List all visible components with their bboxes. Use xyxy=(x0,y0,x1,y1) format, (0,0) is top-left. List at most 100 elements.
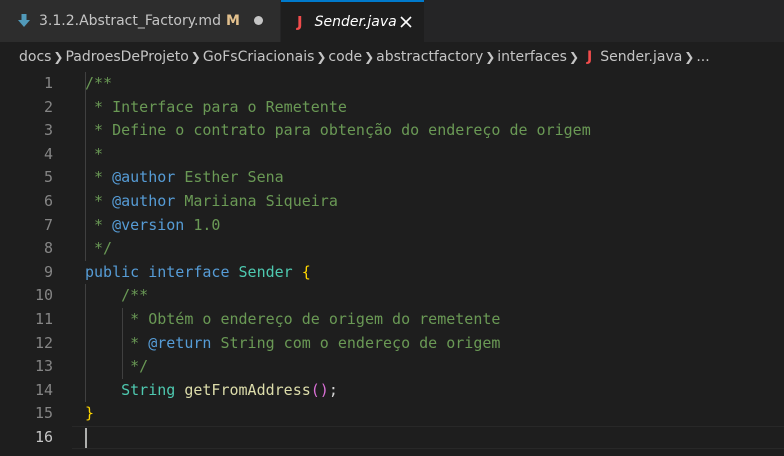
breadcrumb-item-gofscriacionais[interactable]: GoFsCriacionais xyxy=(203,49,315,65)
modified-badge: M xyxy=(225,13,240,29)
code-line[interactable]: 2 * Interface para o Remetente xyxy=(0,96,784,120)
chevron-right-icon: ❯ xyxy=(485,50,496,64)
code-line[interactable]: 15} xyxy=(0,402,784,426)
java-icon: J xyxy=(586,49,593,65)
line-number: 5 xyxy=(43,168,53,187)
code-text: } xyxy=(85,402,94,426)
code-text: * Define o contrato para obtenção do end… xyxy=(85,119,591,143)
code-text: * @return String com o endereço de orige… xyxy=(85,332,500,356)
indent-guide xyxy=(122,308,123,379)
code-token: * Obtém o endereço de origem do remetent… xyxy=(85,310,501,328)
code-token: /** xyxy=(85,286,149,305)
markdown-download-icon xyxy=(18,14,30,27)
code-token: @author xyxy=(112,168,176,187)
code-line[interactable]: 5 * @author Esther Sena xyxy=(0,166,784,190)
code-line[interactable]: 16 xyxy=(0,426,784,450)
tab-abstract-factory-md[interactable]: 3.1.2.Abstract_Factory.md M xyxy=(0,0,281,42)
line-number: 16 xyxy=(34,428,53,446)
code-line[interactable]: 9 public interface Sender { xyxy=(0,261,784,285)
chevron-right-icon: ❯ xyxy=(53,50,64,64)
code-line[interactable]: 13 */ xyxy=(0,355,784,379)
breadcrumb-item-sender-java[interactable]: Sender.java xyxy=(600,49,682,65)
code-text: * xyxy=(85,143,103,167)
code-line[interactable]: 4 * xyxy=(0,143,784,167)
code-token: */ xyxy=(85,239,113,258)
code-text: public interface Sender { xyxy=(85,261,311,285)
code-token: * xyxy=(85,168,113,187)
chevron-right-icon: ❯ xyxy=(190,50,201,64)
code-text: /** xyxy=(85,72,112,96)
tab-sender-java[interactable]: J Sender.java xyxy=(281,0,424,42)
chevron-right-icon: ❯ xyxy=(568,50,579,64)
code-token: } xyxy=(85,404,95,423)
code-text: String getFromAddress(); xyxy=(85,379,338,403)
code-token: * Define o contrato para obtenção do end… xyxy=(85,121,591,140)
code-line[interactable]: 10 /** xyxy=(0,284,784,308)
java-icon: J xyxy=(297,13,303,31)
indent-guide xyxy=(85,72,86,261)
code-token: @return xyxy=(148,333,212,352)
code-line[interactable]: 12 * @return String com o endereço de or… xyxy=(0,332,784,356)
code-token: ; xyxy=(328,380,338,399)
line-number: 6 xyxy=(43,192,53,210)
code-token: * xyxy=(85,215,113,234)
breadcrumb-item-symbols[interactable]: ... xyxy=(696,49,709,65)
breadcrumb-item-abstractfactory[interactable]: abstractfactory xyxy=(376,49,483,65)
breadcrumb-item-docs[interactable]: docs xyxy=(19,49,51,65)
breadcrumb-item-padroesdeprojeto[interactable]: PadroesDeProjeto xyxy=(65,49,188,65)
code-line[interactable]: 1 /** xyxy=(0,72,784,96)
code-text: /** xyxy=(85,284,148,308)
line-number: 3 xyxy=(43,121,53,140)
code-token: { xyxy=(301,262,311,281)
line-number: 1 xyxy=(43,74,53,92)
code-token: * Interface para o Remetente xyxy=(85,97,347,116)
breadcrumb: docs ❯ PadroesDeProjeto ❯ GoFsCriacionai… xyxy=(0,42,784,72)
unsaved-dot-icon[interactable] xyxy=(254,16,263,25)
code-token: * xyxy=(85,144,104,163)
code-line[interactable]: 11 * Obtém o endereço de origem do remet… xyxy=(0,308,784,332)
breadcrumb-item-code[interactable]: code xyxy=(328,49,362,65)
line-number: 11 xyxy=(34,310,53,328)
code-text: */ xyxy=(85,237,112,261)
code-line[interactable]: 8 */ xyxy=(0,237,784,261)
code-token: () xyxy=(310,380,329,399)
code-text: * @author Esther Sena xyxy=(85,166,284,190)
code-token: * xyxy=(85,333,149,352)
code-token: String xyxy=(121,380,176,399)
code-text: * Interface para o Remetente xyxy=(85,96,347,120)
code-text: * @version 1.0 xyxy=(85,214,220,238)
chevron-right-icon: ❯ xyxy=(364,50,375,64)
tab-label: 3.1.2.Abstract_Factory.md xyxy=(39,13,221,29)
code-token: getFromAddress xyxy=(184,380,311,399)
code-line[interactable]: 7 * @version 1.0 xyxy=(0,214,784,238)
breadcrumb-item-interfaces[interactable]: interfaces xyxy=(497,49,567,65)
code-token: /** xyxy=(85,74,113,92)
line-number: 12 xyxy=(34,333,53,352)
code-token: 1.0 xyxy=(184,215,221,234)
chevron-right-icon: ❯ xyxy=(316,50,327,64)
code-line[interactable]: 6 * @author Mariiana Siqueira xyxy=(0,190,784,214)
text-cursor xyxy=(85,428,87,448)
line-number: 13 xyxy=(34,357,53,376)
chevron-right-icon: ❯ xyxy=(684,50,695,64)
code-line[interactable]: 3 * Define o contrato para obtenção do e… xyxy=(0,119,784,143)
editor-window: 3.1.2.Abstract_Factory.md M J Sender.jav… xyxy=(0,0,784,456)
code-token: @author xyxy=(112,192,176,210)
indent-guide xyxy=(85,284,86,403)
line-number: 4 xyxy=(43,144,53,163)
code-token: */ xyxy=(85,357,149,376)
code-token: interface xyxy=(148,262,230,281)
line-number: 8 xyxy=(43,239,53,258)
code-token: public xyxy=(85,262,140,281)
code-token: @version xyxy=(112,215,185,234)
code-line[interactable]: 14 String getFromAddress(); xyxy=(0,379,784,403)
close-icon[interactable] xyxy=(398,14,414,30)
line-number: 2 xyxy=(43,97,53,116)
line-number: 7 xyxy=(43,215,53,234)
line-number: 9 xyxy=(43,262,53,281)
code-editor[interactable]: 1/** 2 * Interface para o Remetente 3 * De… xyxy=(0,72,784,456)
